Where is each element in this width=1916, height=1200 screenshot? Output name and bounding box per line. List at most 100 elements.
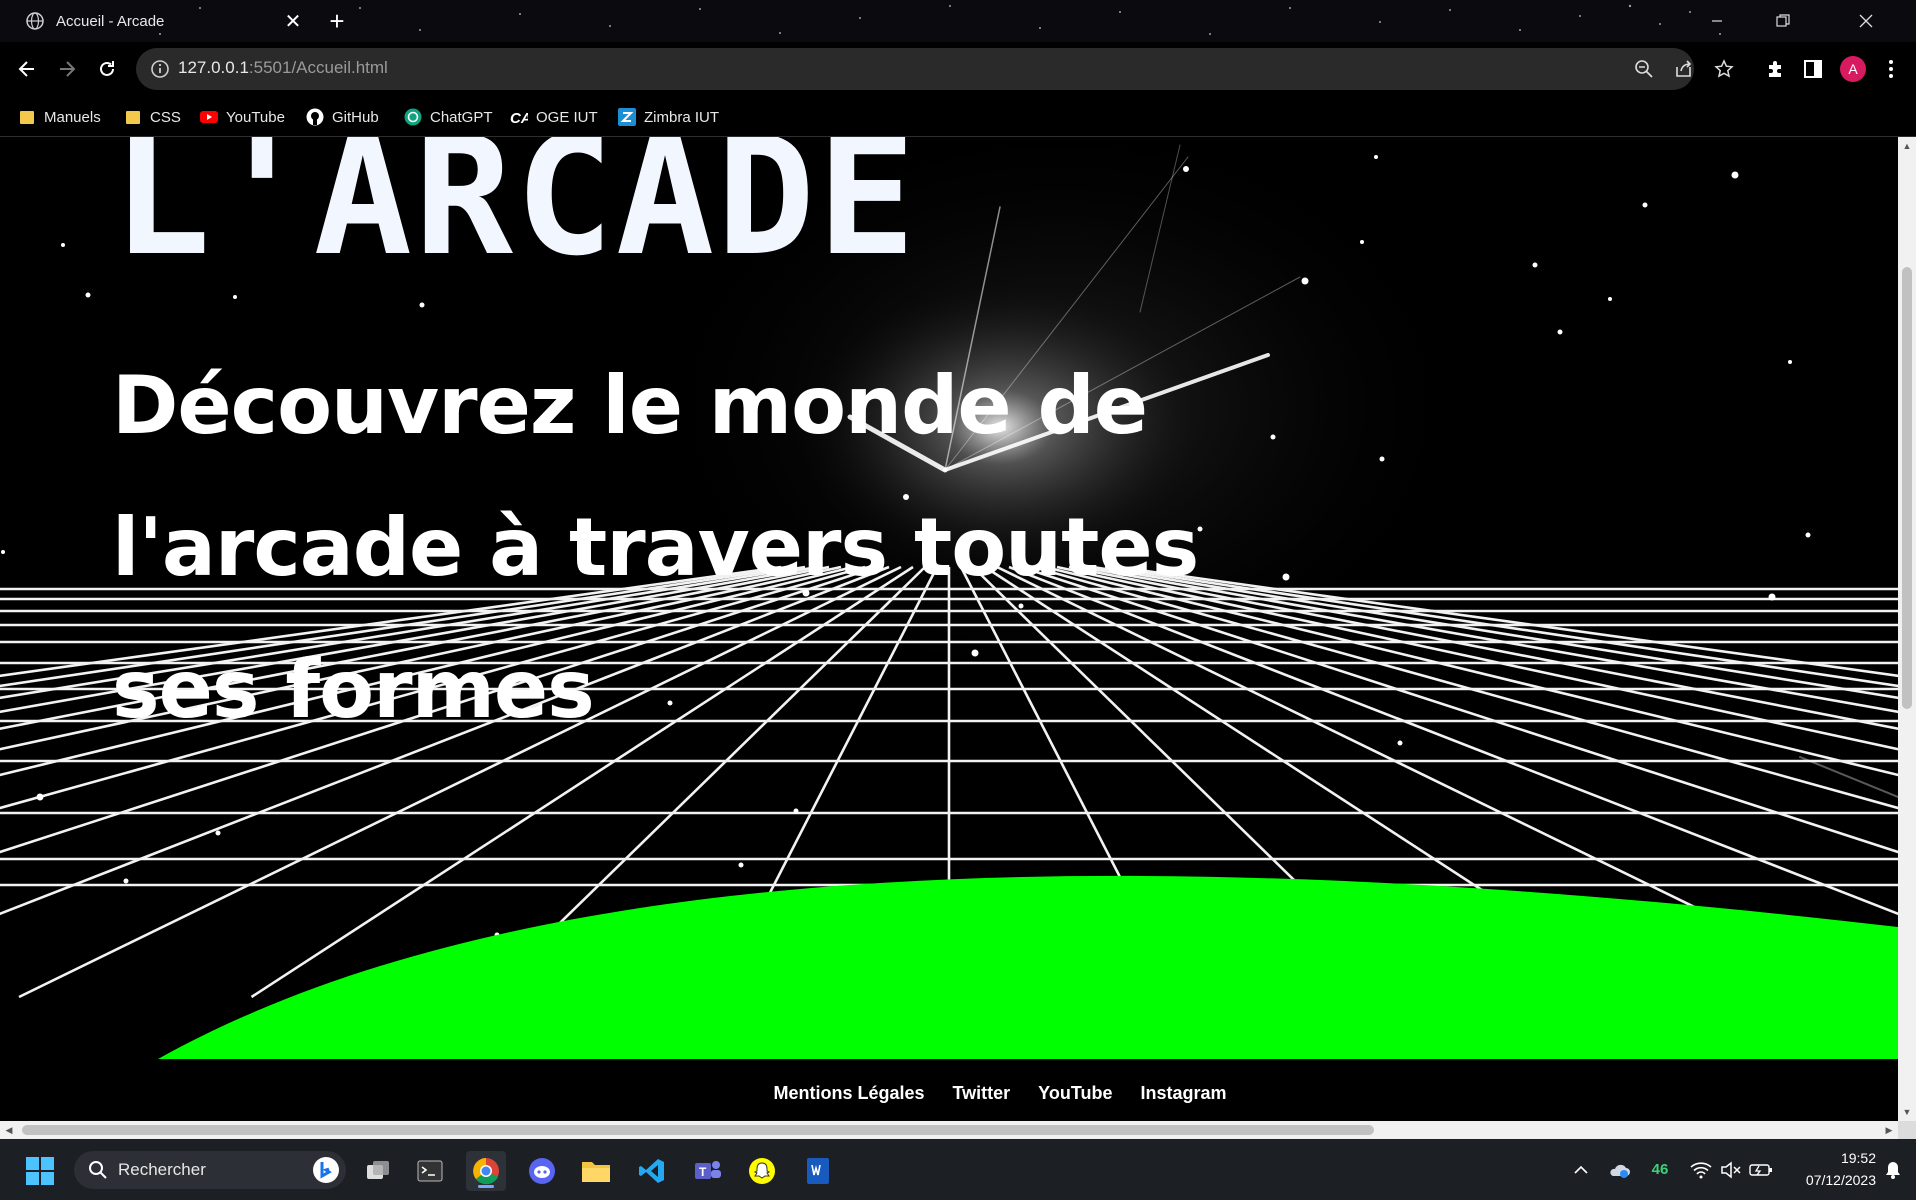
scroll-up-icon[interactable]: ▲ [1898, 137, 1916, 155]
reload-icon [100, 61, 114, 76]
svg-text:T: T [699, 1165, 707, 1179]
search-icon [89, 1161, 107, 1179]
teams-button[interactable]: T [688, 1151, 728, 1191]
word-icon [807, 1158, 829, 1184]
bookmark-label: ChatGPT [430, 108, 493, 126]
battery-icon[interactable] [1746, 1139, 1776, 1200]
minimize-button[interactable] [1684, 0, 1750, 42]
forward-button[interactable] [50, 52, 84, 86]
address-bar[interactable]: 127.0.0.1:5501/Accueil.html [136, 48, 1734, 90]
close-window-button[interactable] [1816, 0, 1916, 42]
info-icon[interactable] [150, 59, 170, 79]
bookmark-github[interactable]: GitHub [306, 106, 379, 128]
tab-strip: Accueil - Arcade ✕ + [0, 0, 1916, 42]
arcade-logo: L'ARCADE [112, 137, 918, 292]
share-box-icon [1676, 60, 1692, 77]
cas-icon: CAS [510, 108, 528, 126]
magnifier-minus-icon [1635, 60, 1653, 78]
side-panel-button[interactable] [1798, 54, 1828, 84]
bookmark-manuels[interactable]: Manuels [18, 106, 101, 128]
page-viewport: L'ARCADE Découvrez le monde de l'arcade … [0, 137, 1898, 1121]
windows-logo-icon [26, 1157, 54, 1185]
scroll-down-icon[interactable]: ▼ [1898, 1103, 1916, 1121]
footer-link-youtube[interactable]: YouTube [1038, 1083, 1112, 1104]
star-icon [1714, 59, 1734, 78]
folder-icon [124, 108, 142, 126]
bookmark-chatgpt[interactable]: ChatGPT [404, 106, 493, 128]
chatgpt-icon [404, 108, 422, 126]
arrow-right-icon [60, 61, 76, 77]
url-host: 127.0.0.1 [178, 58, 249, 77]
vscode-button[interactable] [632, 1151, 672, 1191]
scroll-left-icon[interactable]: ◀ [0, 1121, 18, 1139]
extensions-button[interactable] [1760, 54, 1790, 84]
taskbar-search[interactable]: Rechercher [74, 1151, 346, 1189]
windows-taskbar: Rechercher T 46 19:52 07/12/2023 [0, 1139, 1916, 1200]
horizontal-scrollbar[interactable]: ◀ ▶ [0, 1121, 1898, 1139]
start-button[interactable] [20, 1151, 60, 1191]
youtube-icon [200, 108, 218, 126]
active-indicator [478, 1185, 494, 1188]
bookmark-label: OGE IUT [536, 108, 598, 126]
bookmark-label: GitHub [332, 108, 379, 126]
close-tab-icon[interactable]: ✕ [280, 8, 306, 34]
search-placeholder: Rechercher [118, 1160, 206, 1179]
discord-button[interactable] [522, 1151, 562, 1191]
bookmark-label: YouTube [226, 108, 285, 126]
horizontal-scroll-thumb[interactable] [22, 1125, 1374, 1135]
weather-temperature[interactable]: 46 [1642, 1139, 1678, 1200]
system-clock[interactable]: 19:52 07/12/2023 [1780, 1147, 1876, 1191]
url-text[interactable]: 127.0.0.1:5501/Accueil.html [178, 58, 388, 78]
scroll-right-icon[interactable]: ▶ [1880, 1121, 1898, 1139]
speaker-muted-icon[interactable] [1716, 1139, 1746, 1200]
folder-icon [18, 108, 36, 126]
file-explorer-button[interactable] [576, 1151, 616, 1191]
bookmark-css[interactable]: CSS [124, 106, 181, 128]
back-button[interactable] [10, 52, 44, 86]
word-button[interactable] [798, 1151, 838, 1191]
svg-text:CAS: CAS [510, 110, 528, 126]
menu-button[interactable] [1876, 54, 1906, 84]
profile-button[interactable]: A [1838, 54, 1868, 84]
arrow-left-icon [18, 61, 34, 77]
footer-link-instagram[interactable]: Instagram [1141, 1083, 1227, 1104]
task-view-button[interactable] [358, 1151, 398, 1191]
minimize-icon [1712, 20, 1722, 22]
footer-nav: Mentions Légales Twitter YouTube Instagr… [0, 1083, 1898, 1104]
bing-icon[interactable] [312, 1156, 340, 1184]
clock-date: 07/12/2023 [1805, 1172, 1876, 1188]
restore-button[interactable] [1750, 0, 1816, 42]
bookmark-label: Manuels [44, 108, 101, 126]
bookmark-oge-iut[interactable]: CAS OGE IUT [510, 106, 598, 128]
bookmark-star-icon[interactable] [1712, 57, 1736, 81]
kebab-menu-icon [1889, 60, 1893, 78]
reload-button[interactable] [90, 52, 124, 86]
chrome-button[interactable] [466, 1151, 506, 1191]
notifications-button[interactable] [1878, 1139, 1908, 1200]
footer-link-mentions[interactable]: Mentions Légales [773, 1083, 924, 1104]
share-icon[interactable] [1672, 57, 1696, 81]
cloud-icon [1610, 1164, 1630, 1178]
bookmark-zimbra[interactable]: Zimbra IUT [618, 106, 719, 128]
vertical-scroll-thumb[interactable] [1902, 267, 1912, 709]
snapchat-icon [749, 1158, 775, 1184]
show-hidden-icons-button[interactable] [1566, 1139, 1596, 1200]
onedrive-tray-icon[interactable] [1604, 1139, 1634, 1200]
folder-icon [582, 1162, 610, 1182]
teams-icon: T [695, 1161, 721, 1179]
hero-headline: Découvrez le monde de l'arcade à travers… [112, 359, 1199, 736]
new-tab-button[interactable]: + [322, 6, 352, 36]
bookmark-youtube[interactable]: YouTube [200, 106, 285, 128]
zoom-icon[interactable] [1632, 57, 1656, 81]
tab-accueil[interactable]: Accueil - Arcade ✕ [10, 0, 310, 42]
restore-icon [1776, 14, 1790, 27]
chevron-up-icon [1574, 1165, 1588, 1174]
vertical-scrollbar[interactable]: ▲ ▼ [1898, 137, 1916, 1121]
bookmark-label: CSS [150, 108, 181, 126]
footer-link-twitter[interactable]: Twitter [953, 1083, 1011, 1104]
wifi-icon[interactable] [1686, 1139, 1716, 1200]
snapchat-button[interactable] [742, 1151, 782, 1191]
github-icon [306, 108, 324, 126]
terminal-button[interactable] [410, 1151, 450, 1191]
bell-icon [1886, 1161, 1900, 1179]
